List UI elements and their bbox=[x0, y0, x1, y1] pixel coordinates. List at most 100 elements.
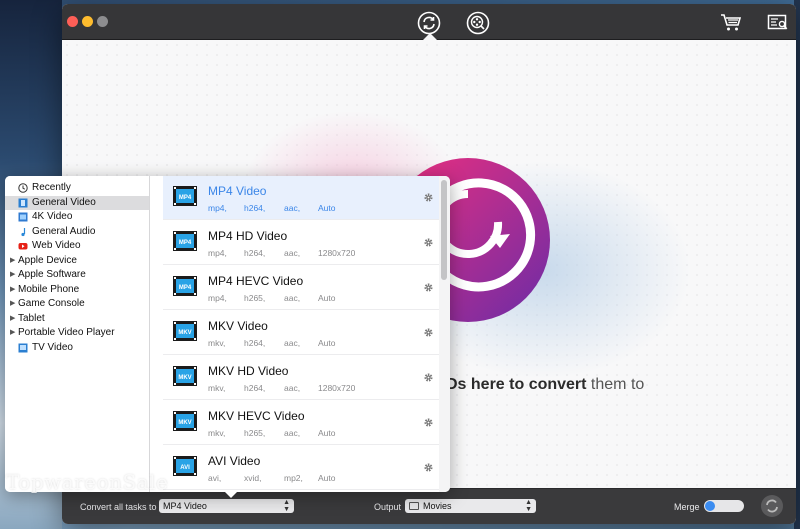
svg-text:MKV: MKV bbox=[178, 420, 191, 426]
format-row[interactable]: AVI AVI Video avi, xvid, mp2, Auto bbox=[163, 446, 439, 490]
format-list-scrollbar[interactable] bbox=[441, 180, 447, 280]
format-row[interactable]: MKV MKV HD Video mkv, h264, aac, 1280x720 bbox=[163, 356, 439, 400]
gear-icon[interactable] bbox=[423, 327, 434, 338]
format-row[interactable]: MKV MKV Video mkv, h264, aac, Auto bbox=[163, 311, 439, 355]
category-item[interactable]: ▶ Game Console bbox=[5, 297, 149, 312]
zoom-window-button[interactable] bbox=[97, 16, 108, 27]
close-window-button[interactable] bbox=[67, 16, 78, 27]
category-item[interactable]: TV Video bbox=[5, 341, 149, 356]
category-item[interactable]: ▶ Portable Video Player bbox=[5, 326, 149, 341]
format-title: MP4 HEVC Video bbox=[208, 274, 304, 288]
convert-format-value: MP4 Video bbox=[163, 501, 207, 511]
video-format-icon: MP4 bbox=[173, 276, 197, 296]
drop-hint-text: Ds here to convert them to bbox=[446, 376, 644, 394]
minimize-window-button[interactable] bbox=[82, 16, 93, 27]
category-label: General Video bbox=[32, 196, 96, 208]
format-meta-item: Auto bbox=[318, 203, 336, 213]
format-title: MP4 Video bbox=[208, 184, 267, 198]
register-key-icon bbox=[767, 14, 788, 30]
music-note-icon bbox=[18, 227, 28, 237]
format-meta-item: Auto bbox=[318, 428, 336, 438]
category-label: TV Video bbox=[32, 341, 73, 353]
category-item[interactable]: Web Video bbox=[5, 239, 149, 254]
category-item[interactable]: ▶ Tablet bbox=[5, 312, 149, 327]
category-item[interactable]: General Video bbox=[5, 195, 149, 210]
convert-all-button[interactable] bbox=[760, 494, 784, 518]
category-item[interactable]: ▶ Apple Device bbox=[5, 254, 149, 269]
output-folder-select[interactable]: Movies ▲ ▼ bbox=[405, 499, 536, 513]
svg-text:MP4: MP4 bbox=[179, 240, 192, 246]
svg-text:MKV: MKV bbox=[178, 330, 191, 336]
category-item[interactable]: ▶ Apple Software bbox=[5, 268, 149, 283]
media-tab-button[interactable] bbox=[464, 9, 492, 37]
format-meta-item: mp4, bbox=[208, 203, 227, 213]
toggle-knob bbox=[705, 501, 715, 511]
format-meta-item: Auto bbox=[318, 293, 336, 303]
select-arrows-icon: ▲ ▼ bbox=[283, 499, 290, 513]
format-meta-item: h264, bbox=[244, 248, 266, 258]
category-item[interactable]: General Audio bbox=[5, 225, 149, 240]
category-item[interactable]: 4K Video bbox=[5, 210, 149, 225]
youtube-icon bbox=[18, 241, 28, 251]
category-item[interactable]: ▶ Mobile Phone bbox=[5, 283, 149, 298]
video-format-icon: MKV bbox=[173, 366, 197, 386]
disclosure-triangle-icon[interactable]: ▶ bbox=[10, 326, 15, 341]
format-row[interactable]: MP4 MP4 HEVC Video mp4, h265, aac, Auto bbox=[163, 266, 439, 310]
convert-all-label: Convert all tasks to bbox=[80, 502, 157, 512]
shopping-cart-icon bbox=[721, 14, 742, 31]
film-reel-icon bbox=[466, 11, 490, 35]
category-label: Recently bbox=[32, 182, 71, 193]
category-list: Recently General Video 4K Video General Aud… bbox=[5, 176, 150, 492]
output-folder-value: Movies bbox=[423, 501, 452, 511]
4k-icon bbox=[18, 212, 28, 222]
category-label: General Audio bbox=[32, 225, 96, 237]
disclosure-triangle-icon[interactable]: ▶ bbox=[10, 283, 15, 298]
select-arrows-icon: ▲ ▼ bbox=[525, 499, 532, 513]
disclosure-triangle-icon[interactable]: ▶ bbox=[10, 312, 15, 327]
format-title: AVI Video bbox=[208, 454, 261, 468]
format-meta-item: 1280x720 bbox=[318, 248, 356, 258]
format-row[interactable]: MP4 MP4 Video mp4, h264, aac, Auto bbox=[163, 176, 439, 220]
video-format-icon: MKV bbox=[173, 321, 197, 341]
format-title: MKV HD Video bbox=[208, 364, 289, 378]
format-meta-item: aac, bbox=[284, 203, 301, 213]
format-title: MKV HEVC Video bbox=[208, 409, 305, 423]
format-meta-item: aac, bbox=[284, 293, 301, 303]
gear-icon[interactable] bbox=[423, 192, 434, 203]
category-label: Game Console bbox=[18, 298, 85, 309]
register-button[interactable] bbox=[764, 9, 792, 37]
format-title: MKV Video bbox=[208, 319, 268, 333]
gear-icon[interactable] bbox=[423, 417, 434, 428]
format-meta-item: mp2, bbox=[284, 473, 303, 483]
format-list: MP4 MP4 Video mp4, h264, aac, Auto MP4 MP4 HD V… bbox=[163, 176, 439, 492]
tab-indicator bbox=[423, 33, 437, 40]
category-label: Apple Device bbox=[18, 254, 77, 266]
merge-toggle[interactable] bbox=[704, 500, 744, 512]
format-row[interactable]: MKV MKV HEVC Video mkv, h265, aac, Auto bbox=[163, 401, 439, 445]
output-label: Output bbox=[374, 502, 402, 512]
gear-icon[interactable] bbox=[423, 282, 434, 293]
category-item[interactable]: Recently bbox=[5, 181, 149, 196]
gear-icon[interactable] bbox=[423, 237, 434, 248]
video-format-icon: MP4 bbox=[173, 186, 197, 206]
convert-icon bbox=[417, 11, 441, 35]
format-meta-item: h264, bbox=[244, 338, 266, 348]
disclosure-triangle-icon[interactable]: ▶ bbox=[10, 297, 15, 312]
format-meta-item: mkv, bbox=[208, 338, 226, 348]
film-icon bbox=[18, 198, 28, 208]
gear-icon[interactable] bbox=[423, 372, 434, 383]
format-meta-item: h265, bbox=[244, 428, 266, 438]
convert-format-select[interactable]: MP4 Video ▲ ▼ bbox=[159, 499, 294, 513]
format-meta-item: 1280x720 bbox=[318, 383, 356, 393]
format-row[interactable]: MP4 MP4 HD Video mp4, h264, aac, 1280x720 bbox=[163, 221, 439, 265]
disclosure-triangle-icon[interactable]: ▶ bbox=[10, 254, 15, 269]
cart-button[interactable] bbox=[717, 9, 745, 37]
format-meta-item: h264, bbox=[244, 383, 266, 393]
disclosure-triangle-icon[interactable]: ▶ bbox=[10, 268, 15, 283]
bottom-bar: Convert all tasks to MP4 Video ▲ ▼ Output… bbox=[62, 488, 796, 524]
format-meta-item: mkv, bbox=[208, 428, 226, 438]
popup-pointer bbox=[224, 491, 238, 498]
gear-icon[interactable] bbox=[423, 462, 434, 473]
format-meta-item: Auto bbox=[318, 473, 336, 483]
category-label: 4K Video bbox=[32, 211, 73, 222]
